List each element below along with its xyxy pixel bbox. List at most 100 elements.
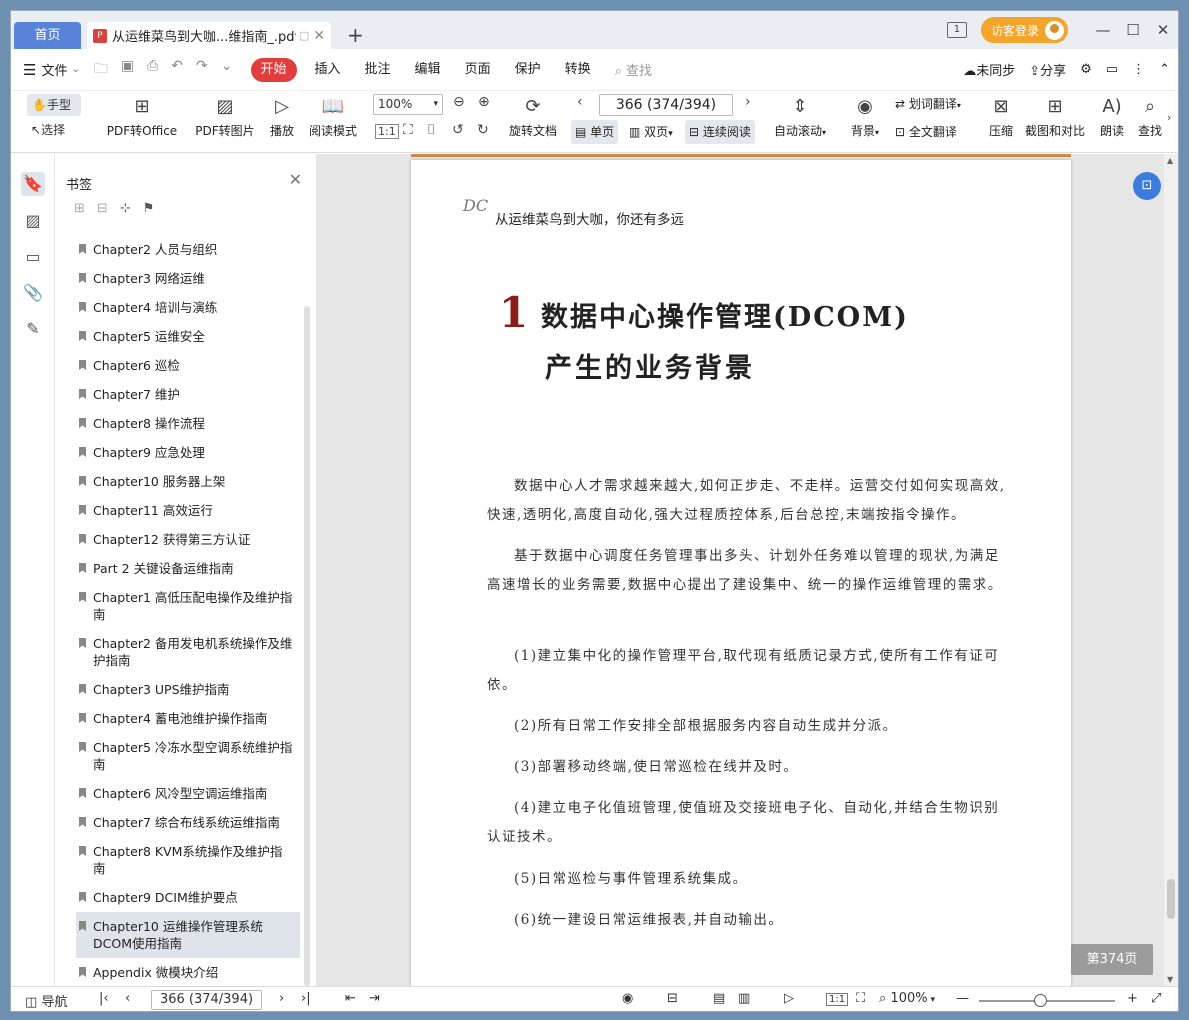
actual-size-icon[interactable]: 1:1 (375, 124, 399, 139)
search-box[interactable]: ⌕ 查找 (615, 60, 652, 79)
ribbon-scroll-icon[interactable]: › (1167, 111, 1171, 124)
redo-icon[interactable]: ↷ (196, 58, 208, 82)
pin-icon[interactable]: ▢ (299, 29, 309, 42)
actual-size-icon[interactable]: 1:1 (826, 993, 849, 1006)
tab-insert[interactable]: 插入 (303, 58, 353, 82)
bookmark-item[interactable]: Chapter12 获得第三方认证 (76, 525, 300, 554)
rotate-left-icon[interactable]: ↺ (452, 122, 464, 138)
auto-scroll-button[interactable]: ⇕ 自动滚动▾ (769, 95, 831, 139)
zoom-select-status[interactable]: ⌕ 100% ▾ (879, 991, 935, 1006)
zoom-select[interactable]: 100% ▾ (373, 94, 443, 115)
signature-panel-icon[interactable]: ✎ (21, 317, 45, 341)
minimize-button[interactable]: — (1088, 21, 1118, 39)
compress-button[interactable]: ⊠ 压缩 (986, 95, 1016, 139)
bookmark-panel-icon[interactable]: 🔖 (21, 172, 45, 196)
bookmark-scrollbar[interactable] (304, 306, 310, 986)
floating-tool-button[interactable]: ⊡ (1133, 172, 1161, 200)
document-viewport[interactable]: DC 从运维菜鸟到大咖，你还有多远 1 数据中心操作管理(DCOM) 产生的业务… (316, 154, 1178, 986)
bookmark-item[interactable]: Chapter4 蓄电池维护操作指南 (76, 704, 300, 733)
rotate-right-icon[interactable]: ↻ (477, 122, 489, 138)
zoom-out-button[interactable]: — (956, 991, 969, 1006)
add-bookmark-icon[interactable]: ⊞ (74, 201, 85, 216)
zoom-slider-knob[interactable] (1034, 994, 1048, 1007)
fullscreen-icon[interactable]: ⤢ (1151, 991, 1161, 1006)
sync-button[interactable]: ☁未同步 (963, 60, 1015, 79)
bookmark-item[interactable]: Chapter5 运维安全 (76, 322, 300, 351)
scroll-down-icon[interactable]: ▼ (1167, 975, 1173, 984)
undo-icon[interactable]: ↶ (171, 58, 183, 82)
bookmark-item[interactable]: Chapter10 服务器上架 (76, 467, 300, 496)
double-page-button[interactable]: ▥ 双页▾ (625, 120, 677, 144)
bookmark-item[interactable]: Chapter5 冷冻水型空调系统维护指南 (76, 733, 300, 779)
bookmark-item[interactable]: Chapter4 培训与演练 (76, 293, 300, 322)
close-tab-icon[interactable]: ✕ (313, 28, 325, 44)
attachment-panel-icon[interactable]: 📎 (21, 281, 45, 305)
more-icon[interactable]: ⌄ (221, 58, 233, 82)
share-button[interactable]: ⇪分享 (1029, 60, 1066, 79)
close-panel-icon[interactable]: ✕ (289, 170, 302, 189)
bookmark-item[interactable]: Chapter1 高低压配电操作及维护指南 (76, 583, 300, 629)
scroll-thumb[interactable] (1167, 879, 1175, 919)
fit-width-icon[interactable]: ⌷ (427, 122, 435, 138)
bookmark-item[interactable]: Chapter6 风冷型空调运维指南 (76, 779, 300, 808)
find-button[interactable]: ⌕ 查找 (1135, 95, 1165, 139)
tab-convert[interactable]: 转换 (553, 58, 603, 82)
forward-icon[interactable]: ⇥ (369, 991, 380, 1006)
bookmark-item[interactable]: Chapter9 应急处理 (76, 438, 300, 467)
select-tool-button[interactable]: ↖选择 (31, 121, 65, 138)
tab-start[interactable]: 开始 (250, 57, 297, 82)
double-page-mode-icon[interactable]: ▥ (738, 991, 750, 1006)
rotate-document-button[interactable]: ⟳ 旋转文档 (507, 95, 559, 139)
continuous-read-button[interactable]: ⊟ 连续阅读 (685, 120, 755, 144)
scroll-up-icon[interactable]: ▲ (1167, 156, 1173, 165)
bookmark-item[interactable]: Chapter6 巡检 (76, 351, 300, 380)
fit-page-icon[interactable]: ⛶ (403, 122, 413, 138)
file-menu[interactable]: ☰ 文件 ⌄ (23, 60, 80, 80)
pdf-to-office-button[interactable]: ⊞ PDF转Office (101, 95, 183, 139)
next-page-icon[interactable]: › (745, 94, 751, 110)
status-page-input[interactable]: 366 (374/394) (151, 990, 262, 1010)
hand-tool-button[interactable]: ✋手型 (27, 94, 81, 116)
next-page-icon[interactable]: › (279, 991, 284, 1006)
bookmark-item[interactable]: Part 2 关键设备运维指南 (76, 554, 300, 583)
play-icon[interactable]: ▷ (784, 991, 794, 1006)
print-icon[interactable]: ⎙ (147, 58, 158, 82)
continuous-mode-icon[interactable]: ⊟ (667, 991, 678, 1006)
bookmark-flag-icon[interactable]: ⚑ (143, 201, 155, 216)
zoom-in-button[interactable]: + (1127, 991, 1138, 1006)
last-page-icon[interactable]: ›| (301, 991, 311, 1006)
bookmark-item[interactable]: Chapter2 人员与组织 (76, 235, 300, 264)
tab-edit[interactable]: 编辑 (403, 58, 453, 82)
open-icon[interactable]: 🗀 (94, 58, 108, 82)
add-sub-bookmark-icon[interactable]: ⊟ (97, 201, 108, 216)
bookmark-item[interactable]: Chapter8 操作流程 (76, 409, 300, 438)
save-icon[interactable]: ▣ (121, 58, 134, 82)
bookmark-item[interactable]: Chapter8 KVM系统操作及维护指南 (76, 837, 300, 883)
zoom-in-icon[interactable]: ⊕ (478, 94, 490, 110)
read-aloud-button[interactable]: A) 朗读 (1097, 95, 1127, 139)
thumbnail-panel-icon[interactable]: ▨ (21, 209, 45, 233)
bookmark-item[interactable]: Chapter11 高效运行 (76, 496, 300, 525)
tab-annotate[interactable]: 批注 (353, 58, 403, 82)
settings-icon[interactable]: ⚙ (1080, 62, 1092, 77)
pdf-to-image-button[interactable]: ▨ PDF转图片 (193, 95, 257, 139)
tab-document[interactable]: P 从运维菜鸟到大咖...维指南_.pdf ▢ ✕ (87, 22, 331, 49)
single-page-mode-icon[interactable]: ▤ (713, 991, 725, 1006)
page-number-input[interactable]: 366 (374/394) (599, 94, 733, 116)
fit-page-icon[interactable]: ⛶ (856, 991, 865, 1006)
first-page-icon[interactable]: |‹ (99, 991, 109, 1006)
bookmark-add-icon[interactable]: ⊹ (120, 201, 131, 216)
read-mode-button[interactable]: 📖 阅读模式 (307, 95, 359, 139)
single-page-button[interactable]: ▤ 单页 (571, 120, 619, 144)
tab-page[interactable]: 页面 (453, 58, 503, 82)
play-button[interactable]: ▷ 播放 (266, 95, 298, 139)
collapse-ribbon-icon[interactable]: ⌃ (1159, 62, 1170, 77)
tab-home[interactable]: 首页 (14, 22, 81, 49)
close-window-button[interactable]: ✕ (1148, 21, 1178, 39)
back-icon[interactable]: ⇤ (345, 991, 356, 1006)
bookmark-item[interactable]: Chapter9 DCIM维护要点 (76, 883, 300, 912)
bookmark-item[interactable]: Chapter3 网络运维 (76, 264, 300, 293)
vertical-scrollbar[interactable]: ▲ ▼ (1164, 154, 1178, 986)
guest-login-button[interactable]: 访客登录 (980, 17, 1068, 43)
bookmark-item[interactable]: Chapter3 UPS维护指南 (76, 675, 300, 704)
